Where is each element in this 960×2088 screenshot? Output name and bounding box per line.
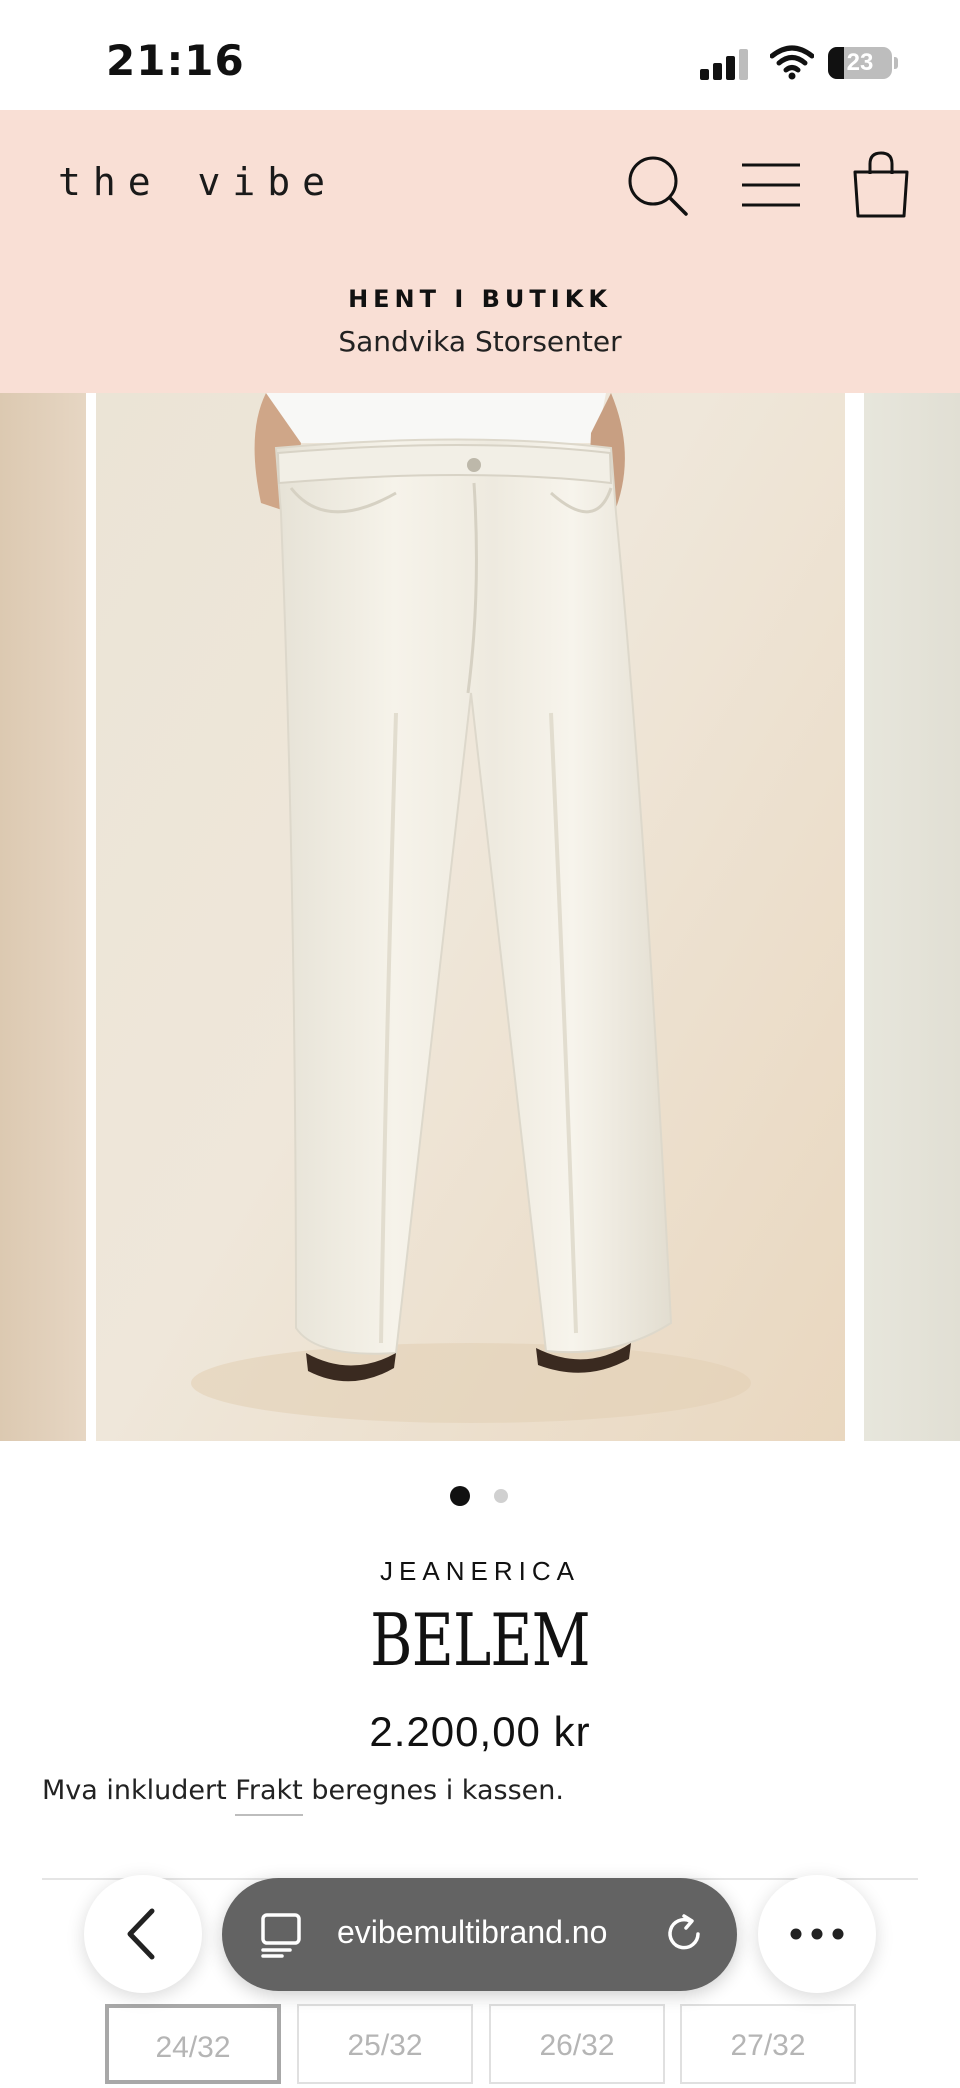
product-gallery[interactable] — [0, 393, 960, 1441]
site-header: the vibe HENT I BUTIKK Sandvika Storsent… — [0, 110, 960, 393]
size-option[interactable]: 27/32 — [680, 2004, 856, 2084]
battery-icon: 23 — [828, 47, 892, 79]
pickup-title: HENT I BUTIKK — [348, 285, 612, 313]
size-option[interactable]: 25/32 — [297, 2004, 473, 2084]
signal-icon — [700, 48, 750, 80]
white-jeans-photo — [191, 393, 751, 1423]
wifi-icon — [770, 45, 814, 80]
tax-prefix: Mva inkludert — [42, 1775, 227, 1806]
tax-suffix: beregnes i kassen. — [311, 1775, 564, 1806]
tabs-icon[interactable] — [260, 1912, 304, 1958]
browser-back-button[interactable] — [84, 1875, 202, 1993]
product-title: BELEM — [370, 1598, 590, 1682]
reload-icon[interactable] — [662, 1912, 706, 1956]
status-bar: 21:16 23 — [0, 0, 960, 110]
size-option[interactable]: 26/32 — [489, 2004, 665, 2084]
search-icon[interactable] — [622, 150, 692, 220]
shipping-link[interactable]: Frakt — [235, 1775, 303, 1816]
site-logo[interactable]: the vibe — [58, 160, 337, 204]
browser-more-button[interactable] — [758, 1875, 876, 1993]
gallery-dot-active[interactable] — [450, 1486, 470, 1506]
gallery-dot[interactable] — [494, 1489, 508, 1503]
size-option-selected[interactable]: 24/32 — [105, 2004, 281, 2084]
back-icon — [127, 1908, 155, 1960]
more-icon — [790, 1928, 844, 1940]
pickup-store[interactable]: Sandvika Storsenter — [0, 325, 960, 358]
status-time: 21:16 — [106, 36, 245, 85]
product-price: 2.200,00 kr — [369, 1708, 591, 1755]
browser-address-bar[interactable]: evibemultibrand.no — [222, 1878, 737, 1991]
menu-icon[interactable] — [736, 150, 806, 220]
cart-icon[interactable] — [846, 150, 916, 220]
product-brand[interactable]: JEANERICA — [0, 1556, 960, 1587]
url-text[interactable]: evibemultibrand.no — [337, 1914, 607, 1951]
battery-level: 23 — [846, 49, 874, 76]
tax-shipping-note: Mva inkludert Frakt beregnes i kassen. — [42, 1775, 564, 1816]
gallery-slide-next[interactable] — [864, 393, 960, 1441]
product-image[interactable] — [96, 393, 845, 1441]
gallery-slide-previous[interactable] — [0, 393, 86, 1441]
